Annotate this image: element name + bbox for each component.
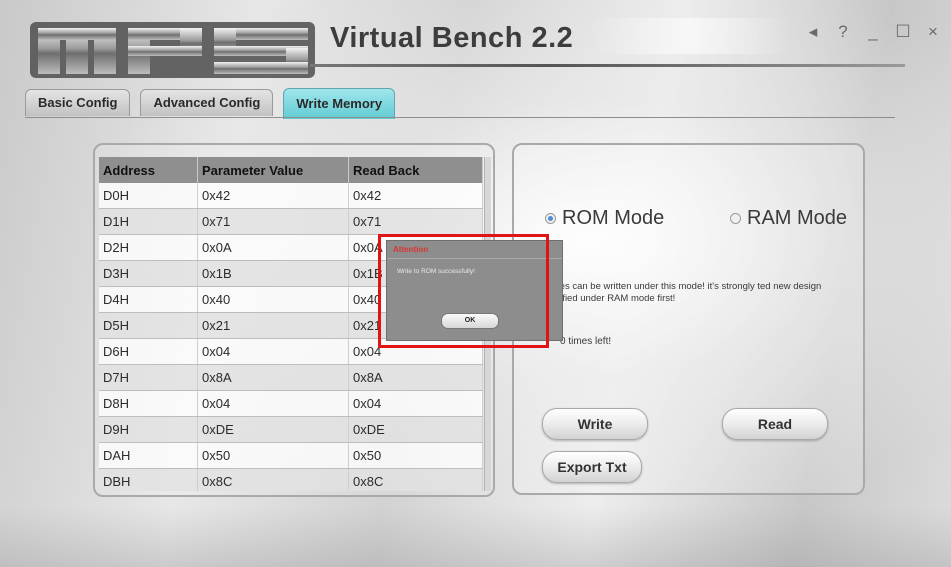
cell-address: DAH: [99, 442, 198, 469]
tab-write-memory[interactable]: Write Memory: [283, 88, 396, 119]
table-row[interactable]: D0H 0x42 0x42: [99, 183, 483, 209]
close-button[interactable]: ×: [923, 22, 943, 42]
header-read-back: Read Back: [348, 157, 483, 183]
tab-advanced-config[interactable]: Advanced Config: [140, 89, 274, 116]
cell-address: D1H: [99, 208, 198, 235]
cell-parameter-value[interactable]: 0x42: [197, 183, 349, 209]
cell-read-back: 0x8C: [348, 468, 483, 491]
app-title: Virtual Bench 2.2: [330, 22, 574, 54]
write-control-panel: [512, 143, 865, 495]
cell-read-back: 0x50: [348, 442, 483, 469]
title-divider: [310, 64, 905, 67]
header-parameter-value: Parameter Value: [197, 157, 349, 183]
cell-parameter-value[interactable]: 0x40: [197, 286, 349, 313]
cell-parameter-value[interactable]: 0x04: [197, 338, 349, 365]
tab-divider: [25, 117, 895, 118]
sound-icon[interactable]: ◂: [803, 22, 823, 42]
write-button[interactable]: Write: [542, 408, 648, 440]
cell-parameter-value[interactable]: 0x0A: [197, 234, 349, 261]
cell-parameter-value[interactable]: 0x8C: [197, 468, 349, 491]
table-header-row: Address Parameter Value Read Back: [99, 157, 483, 183]
cell-address: D5H: [99, 312, 198, 339]
table-row[interactable]: D9H 0xDE 0xDE: [99, 416, 483, 443]
cell-address: D4H: [99, 286, 198, 313]
cell-parameter-value[interactable]: 0xDE: [197, 416, 349, 443]
table-row[interactable]: D1H 0x71 0x71: [99, 208, 483, 235]
cell-address: D0H: [99, 183, 198, 209]
table-row[interactable]: DBH 0x8C 0x8C: [99, 468, 483, 491]
cell-parameter-value[interactable]: 0x71: [197, 208, 349, 235]
times-left-text: 0 times left!: [560, 336, 612, 347]
ram-mode-label: RAM Mode: [747, 207, 848, 229]
cell-read-back: 0xDE: [348, 416, 483, 443]
table-row[interactable]: D7H 0x8A 0x8A: [99, 364, 483, 391]
ram-mode-radio[interactable]: RAM Mode: [730, 207, 847, 230]
maximize-button[interactable]: ☐: [893, 22, 913, 42]
cell-parameter-value[interactable]: 0x8A: [197, 364, 349, 391]
cell-address: D2H: [99, 234, 198, 261]
mps-logo: [30, 22, 315, 78]
table-row[interactable]: D8H 0x04 0x04: [99, 390, 483, 417]
minimize-button[interactable]: _: [863, 22, 883, 42]
read-button[interactable]: Read: [722, 408, 828, 440]
annotation-highlight-box: [378, 234, 549, 348]
cell-parameter-value[interactable]: 0x50: [197, 442, 349, 469]
cell-address: D7H: [99, 364, 198, 391]
cell-parameter-value[interactable]: 0x1B: [197, 260, 349, 287]
cell-address: DBH: [99, 468, 198, 491]
cell-read-back: 0x42: [348, 183, 483, 209]
window-controls: ◂ ? _ ☐ ×: [803, 22, 943, 42]
help-icon[interactable]: ?: [833, 22, 853, 42]
cell-address: D6H: [99, 338, 198, 365]
cell-parameter-value[interactable]: 0x04: [197, 390, 349, 417]
cell-parameter-value[interactable]: 0x21: [197, 312, 349, 339]
cell-address: D9H: [99, 416, 198, 443]
export-txt-button[interactable]: Export Txt: [542, 451, 642, 483]
app-window: Virtual Bench 2.2 ◂ ? _ ☐ × Basic Config…: [0, 0, 951, 567]
radio-selected-icon: [545, 213, 556, 224]
table-row[interactable]: DAH 0x50 0x50: [99, 442, 483, 469]
cell-read-back: 0x8A: [348, 364, 483, 391]
rom-mode-label: ROM Mode: [562, 207, 665, 229]
rom-warning-text: times can be written under this mode! it…: [547, 281, 822, 304]
cell-read-back: 0x71: [348, 208, 483, 235]
cell-address: D3H: [99, 260, 198, 287]
title-sheen: [590, 18, 790, 54]
radio-unselected-icon: [730, 213, 741, 224]
cell-read-back: 0x04: [348, 390, 483, 417]
tab-bar: Basic Config Advanced Config Write Memor…: [25, 88, 396, 119]
header-address: Address: [99, 157, 198, 183]
cell-address: D8H: [99, 390, 198, 417]
tab-basic-config[interactable]: Basic Config: [25, 89, 131, 116]
rom-mode-radio[interactable]: ROM Mode: [545, 207, 664, 230]
